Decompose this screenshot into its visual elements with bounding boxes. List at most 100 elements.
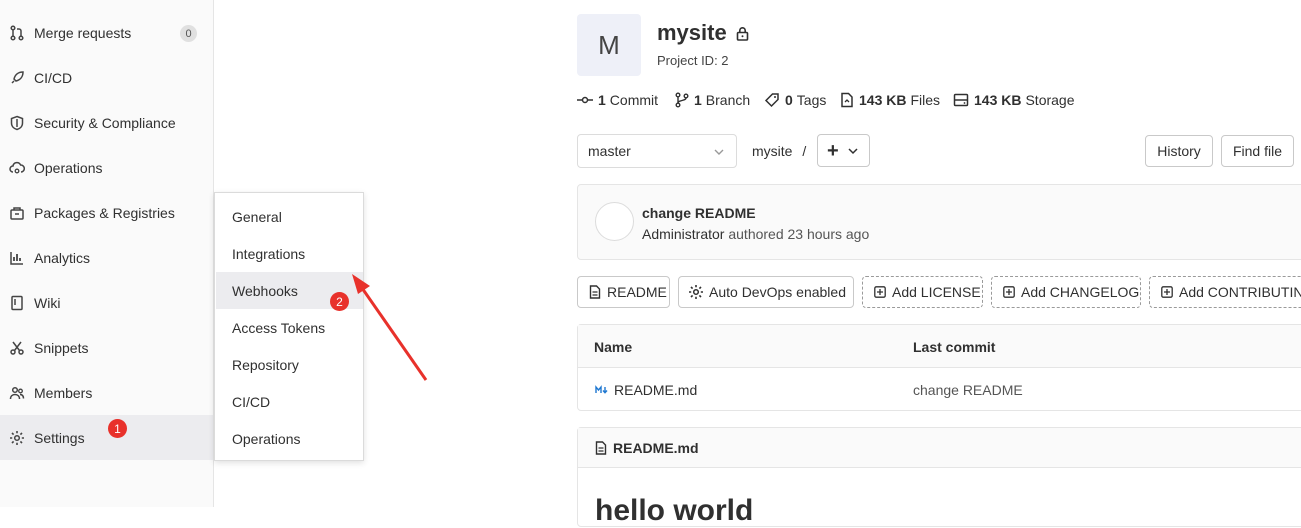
book-icon xyxy=(9,295,25,311)
commit-meta: Administrator authored 23 hours ago xyxy=(642,226,869,242)
chevron-down-icon xyxy=(714,149,724,155)
commit-time: authored 23 hours ago xyxy=(728,226,870,242)
add-contributing-label: Add CONTRIBUTING xyxy=(1179,284,1301,300)
flyout-item-cicd[interactable]: CI/CD xyxy=(216,383,363,420)
project-id: Project ID: 2 xyxy=(657,53,729,68)
auto-devops-label: Auto DevOps enabled xyxy=(709,284,846,300)
project-title: mysite xyxy=(657,20,727,45)
sidebar-item-merge-requests[interactable]: Merge requests 0 xyxy=(0,10,213,55)
file-last-commit-link[interactable]: change README xyxy=(913,382,1023,398)
branch-select-value: master xyxy=(588,143,631,159)
stat-value: 143 KB xyxy=(974,92,1022,108)
sidebar-item-label: Security & Compliance xyxy=(34,114,176,131)
gear-icon xyxy=(689,285,703,299)
stat-label: Storage xyxy=(1025,92,1075,108)
chevron-down-icon xyxy=(848,147,858,154)
annotation-arrow xyxy=(352,274,428,381)
plus-square-icon xyxy=(874,286,886,298)
sidebar-item-snippets[interactable]: Snippets xyxy=(0,325,213,370)
sidebar-item-label: Packages & Registries xyxy=(34,204,175,221)
sidebar-item-label: Wiki xyxy=(34,294,61,311)
commit-title-link[interactable]: change README xyxy=(642,205,756,221)
add-changelog-button[interactable]: Add CHANGELOG xyxy=(991,276,1141,308)
sidebar-item-operations[interactable]: Operations xyxy=(0,145,213,190)
merge-request-icon xyxy=(9,24,25,41)
package-icon xyxy=(9,205,25,221)
flyout-item-operations[interactable]: Operations xyxy=(216,420,363,457)
branch-icon xyxy=(675,92,689,108)
readme-header: README.md xyxy=(578,428,1301,468)
sidebar-item-analytics[interactable]: Analytics xyxy=(0,235,213,280)
sidebar-item-cicd[interactable]: CI/CD xyxy=(0,55,213,100)
sidebar-item-label: Snippets xyxy=(34,339,89,356)
stat-label: Branch xyxy=(705,92,751,108)
project-avatar: M xyxy=(577,14,641,76)
cloud-gear-icon xyxy=(9,160,25,176)
breadcrumb-project[interactable]: mysite xyxy=(752,143,792,159)
add-dropdown-button[interactable]: + xyxy=(817,134,870,167)
merge-requests-count-badge: 0 xyxy=(180,25,197,42)
column-header-last-commit: Last commit xyxy=(913,339,996,355)
sidebar-item-wiki[interactable]: Wiki xyxy=(0,280,213,325)
step-marker-1: 1 xyxy=(108,419,127,438)
sidebar-item-label: Operations xyxy=(34,159,103,176)
sidebar-item-label: Merge requests xyxy=(34,24,132,41)
sidebar-item-label: CI/CD xyxy=(34,69,73,86)
users-icon xyxy=(9,385,25,401)
sidebar: Merge requests 0 CI/CD Security & Compli… xyxy=(0,0,214,507)
rocket-icon xyxy=(9,70,25,86)
stat-tags[interactable]: 0 Tags xyxy=(764,92,826,108)
readme-button-label: README xyxy=(607,284,667,300)
commit-author-link[interactable]: Administrator xyxy=(642,226,724,242)
scissors-icon xyxy=(9,340,25,356)
add-contributing-button[interactable]: Add CONTRIBUTING xyxy=(1149,276,1301,308)
flyout-item-integrations[interactable]: Integrations xyxy=(216,235,363,272)
markdown-icon xyxy=(595,385,608,394)
file-name-link[interactable]: README.md xyxy=(614,382,697,398)
stat-label: Files xyxy=(910,92,941,108)
sidebar-item-security[interactable]: Security & Compliance xyxy=(0,100,213,145)
add-changelog-label: Add CHANGELOG xyxy=(1021,284,1140,300)
plus-square-icon xyxy=(1003,286,1015,298)
breadcrumb-separator: / xyxy=(802,143,807,159)
add-license-label: Add LICENSE xyxy=(892,284,981,300)
storage-icon xyxy=(953,93,969,107)
flyout-item-general[interactable]: General xyxy=(216,198,363,235)
last-commit-panel: change README Administrator authored 23 … xyxy=(577,184,1301,260)
stat-branches[interactable]: 1 Branch xyxy=(675,92,750,108)
sidebar-item-label: Settings xyxy=(34,429,85,446)
file-icon xyxy=(589,285,601,299)
readme-panel: README.md hello world xyxy=(577,427,1301,527)
stat-files[interactable]: 143 KB Files xyxy=(840,92,940,108)
sidebar-item-label: Members xyxy=(34,384,93,401)
stat-label: Tags xyxy=(796,92,827,108)
stat-value: 1 xyxy=(598,92,606,108)
shield-icon xyxy=(9,115,25,131)
avatar[interactable] xyxy=(595,202,634,241)
plus-square-icon xyxy=(1161,286,1173,298)
stat-value: 0 xyxy=(785,92,793,108)
readme-filename: README.md xyxy=(613,439,699,456)
breadcrumb: mysite / xyxy=(752,143,806,159)
auto-devops-button[interactable]: Auto DevOps enabled xyxy=(678,276,854,308)
add-license-button[interactable]: Add LICENSE xyxy=(862,276,983,308)
stat-commits[interactable]: 1 Commit xyxy=(577,92,658,108)
file-icon xyxy=(595,440,607,455)
chart-icon xyxy=(9,250,25,266)
stat-value: 1 xyxy=(694,92,702,108)
stat-storage[interactable]: 143 KB Storage xyxy=(953,92,1075,108)
table-header: Name Last commit xyxy=(578,325,1301,368)
history-button[interactable]: History xyxy=(1145,135,1213,167)
commit-icon xyxy=(577,96,593,104)
lock-icon xyxy=(736,26,749,44)
sidebar-item-packages[interactable]: Packages & Registries xyxy=(0,190,213,235)
sidebar-item-settings[interactable]: Settings xyxy=(0,415,213,460)
file-icon xyxy=(841,92,853,108)
readme-button[interactable]: README xyxy=(577,276,670,308)
branch-select[interactable]: master xyxy=(577,134,737,168)
find-file-button[interactable]: Find file xyxy=(1221,135,1294,167)
gear-icon xyxy=(9,430,25,446)
stat-label: Commit xyxy=(609,92,659,108)
sidebar-item-members[interactable]: Members xyxy=(0,370,213,415)
column-header-name: Name xyxy=(594,339,633,355)
